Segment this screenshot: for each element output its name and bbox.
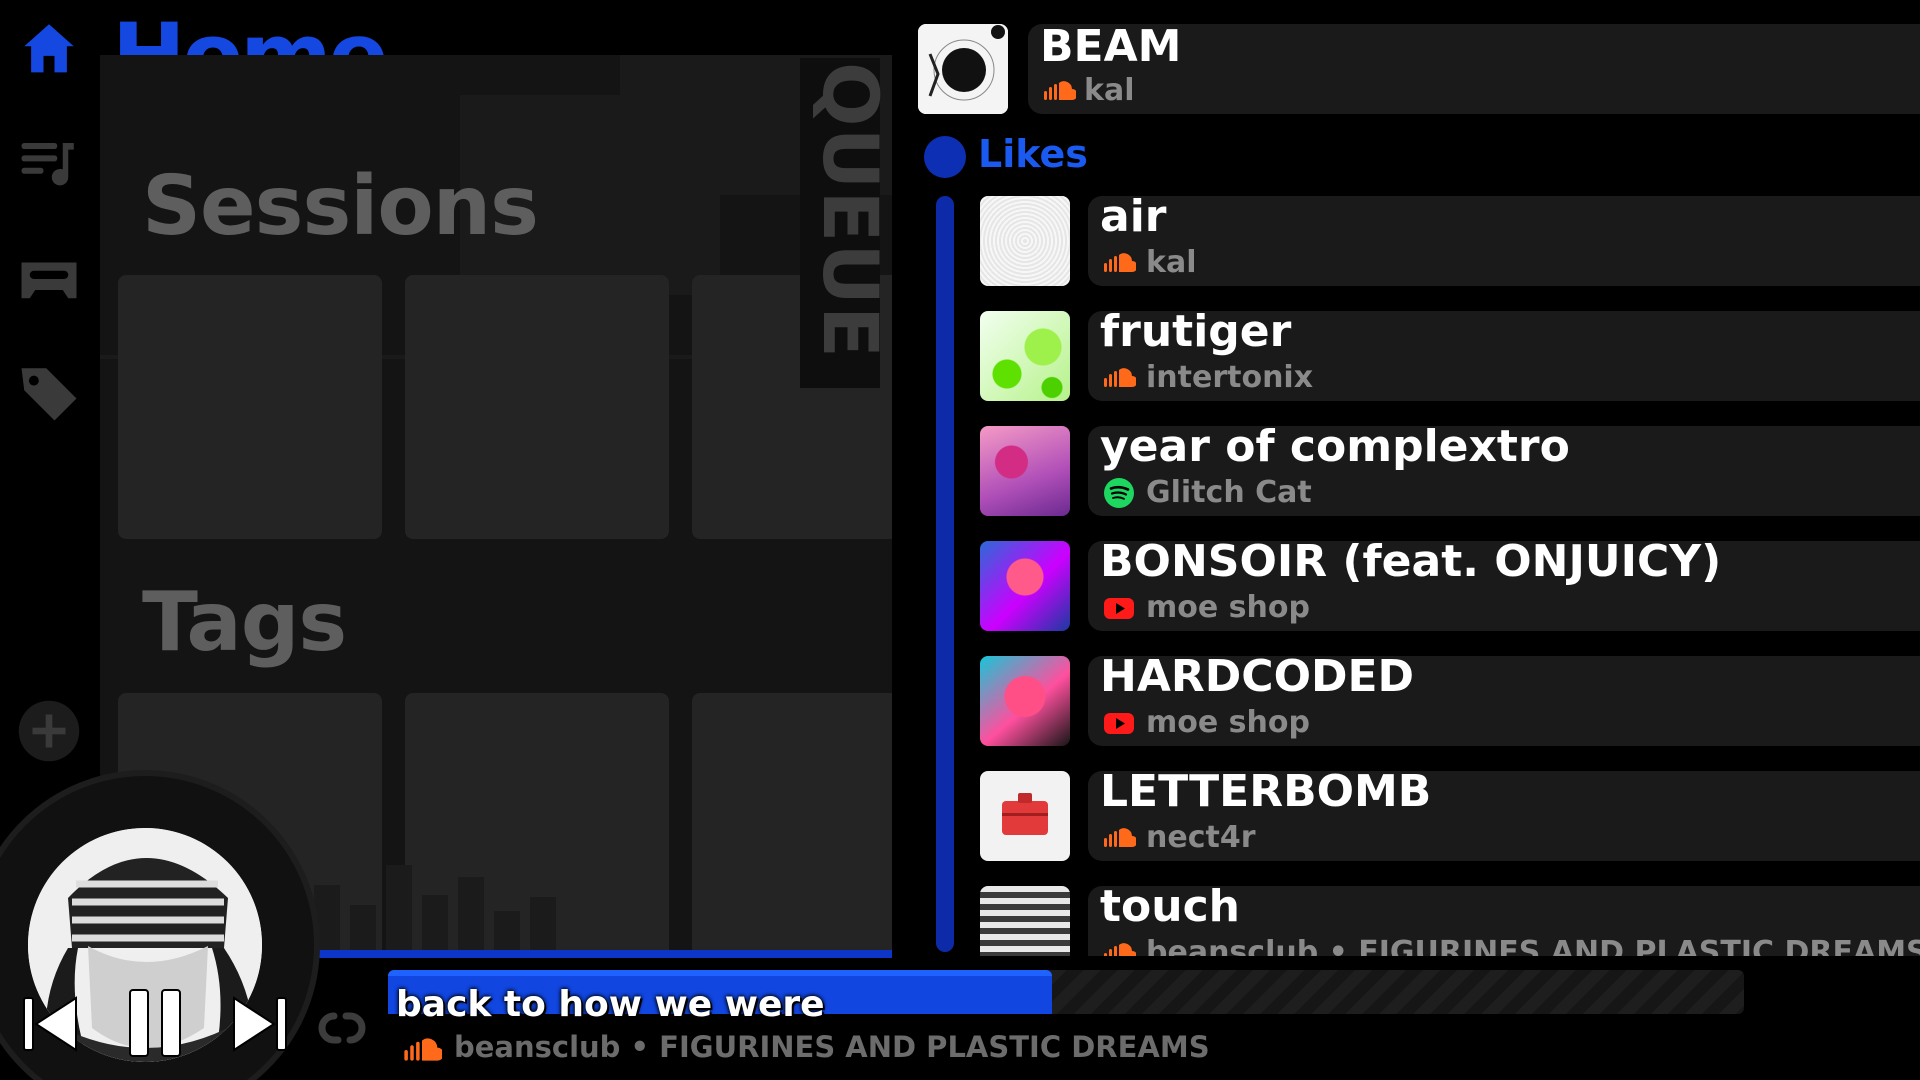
queue-music-icon[interactable] [16, 132, 82, 198]
add-icon[interactable] [16, 698, 82, 764]
track-artist: moe shop [1146, 705, 1310, 740]
group-marker [924, 136, 966, 178]
group-line [936, 196, 954, 952]
next-icon[interactable] [230, 994, 290, 1054]
soundcloud-icon [1044, 81, 1076, 100]
tag-card[interactable] [692, 693, 892, 955]
previous-icon[interactable] [20, 994, 80, 1054]
queue-label: QUEUE [806, 62, 895, 359]
track-cover [980, 771, 1070, 861]
pause-icon[interactable] [126, 988, 186, 1058]
track-row[interactable] [1088, 196, 1920, 286]
track-artist: intertonix [1146, 360, 1314, 395]
sessions-heading: Sessions [142, 159, 539, 254]
now-playing-artist: beansclub • FIGURINES AND PLASTIC DREAMS [454, 1030, 1210, 1064]
accent-strip [318, 950, 892, 958]
home-icon[interactable] [16, 16, 82, 82]
group-label[interactable]: Likes [978, 132, 1088, 176]
track-cover [980, 426, 1070, 516]
track-title: HARDCODED [1100, 651, 1415, 702]
cassette-icon[interactable] [16, 246, 82, 312]
track-artist: kal [1146, 245, 1197, 280]
soundcloud-icon [1104, 253, 1136, 272]
track-row[interactable] [1088, 886, 1920, 956]
soundcloud-icon [404, 1038, 442, 1061]
tag-icon[interactable] [16, 360, 82, 426]
current-track-cover [918, 24, 1008, 114]
repeat-icon[interactable] [312, 1008, 372, 1048]
soundcloud-icon [1104, 368, 1136, 387]
session-card[interactable] [118, 275, 382, 539]
track-title: frutiger [1100, 306, 1292, 357]
track-cover [980, 886, 1070, 956]
track-title: LETTERBOMB [1100, 766, 1432, 817]
track-cover [980, 196, 1070, 286]
track-artist: Glitch Cat [1146, 475, 1312, 510]
track-title: year of complextro [1100, 421, 1570, 472]
youtube-icon [1104, 598, 1134, 619]
current-track-title: BEAM [1040, 21, 1182, 72]
session-card[interactable] [405, 275, 669, 539]
tags-heading: Tags [142, 575, 347, 670]
track-artist: beansclub • FIGURINES AND PLASTIC DREAMS [1146, 935, 1920, 957]
track-title: BONSOIR (feat. ONJUICY) [1100, 536, 1722, 587]
track-cover [980, 656, 1070, 746]
track-title: air [1100, 191, 1167, 242]
track-artist: moe shop [1146, 590, 1310, 625]
current-track-artist: kal [1084, 73, 1135, 108]
track-cover [980, 311, 1070, 401]
soundcloud-icon [1104, 943, 1136, 956]
track-cover [980, 541, 1070, 631]
spotify-icon [1104, 478, 1134, 508]
soundcloud-icon [1104, 828, 1136, 847]
now-playing-title: back to how we were [396, 984, 825, 1025]
track-artist: nect4r [1146, 820, 1256, 855]
track-title: touch [1100, 881, 1240, 932]
youtube-icon [1104, 713, 1134, 734]
